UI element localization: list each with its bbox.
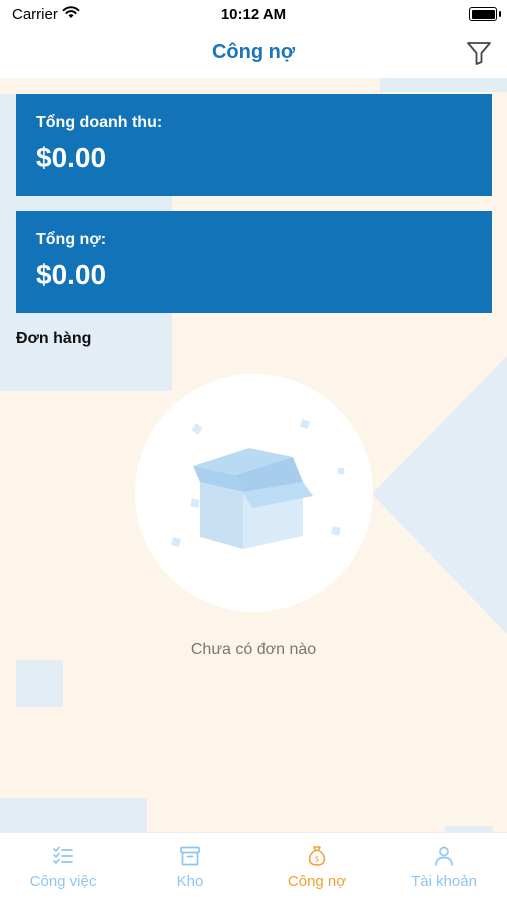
tab-bar: Công việc Kho $ Công nợ Tài khoản [0, 832, 507, 901]
orders-section-title: Đơn hàng [16, 330, 92, 347]
status-bar: Carrier 10:12 AM [0, 0, 507, 30]
main-content: Tổng doanh thu: $0.00 Tổng nợ: $0.00 Đơn… [0, 78, 507, 832]
page-title: Công nợ [211, 41, 296, 63]
revenue-value: $0.00 [36, 142, 107, 173]
task-list-icon [53, 846, 73, 864]
tab-tai-khoan[interactable]: Tài khoản [381, 833, 507, 901]
tab-kho[interactable]: Kho [127, 833, 253, 901]
tab-label: Công việc [29, 873, 97, 890]
tab-label: Công nợ [287, 873, 347, 890]
filter-icon[interactable] [465, 39, 493, 67]
tab-label: Tài khoản [411, 873, 477, 890]
tab-label: Kho [176, 873, 204, 890]
revenue-label: Tổng doanh thu: [36, 114, 163, 131]
background-shape [372, 356, 507, 634]
background-shape [16, 660, 63, 707]
tab-cong-viec[interactable]: Công việc [0, 833, 126, 901]
background-shape [380, 78, 507, 92]
person-icon [435, 846, 453, 866]
empty-box-icon [171, 418, 344, 549]
background-shape [0, 798, 147, 832]
svg-text:$: $ [314, 855, 319, 864]
archive-box-icon [180, 846, 200, 866]
battery-icon [469, 7, 501, 21]
empty-state-circle [135, 374, 373, 612]
debt-card: Tổng nợ: $0.00 [16, 211, 492, 313]
debt-value: $0.00 [36, 259, 107, 290]
empty-state-message: Chưa có đơn nào [190, 641, 317, 658]
debt-label: Tổng nợ: [36, 231, 107, 248]
nav-bar: Công nợ [0, 30, 507, 78]
revenue-card: Tổng doanh thu: $0.00 [16, 94, 492, 196]
money-bag-icon: $ [308, 846, 326, 866]
tab-cong-no[interactable]: $ Công nợ [254, 833, 380, 901]
status-time: 10:12 AM [220, 6, 287, 23]
